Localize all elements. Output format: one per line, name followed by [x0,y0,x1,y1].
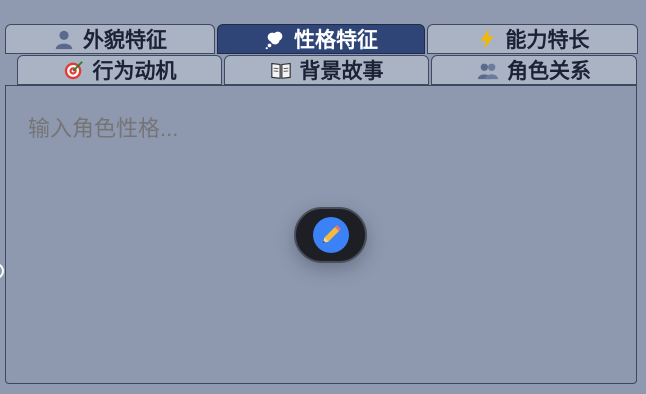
tab-label: 角色关系 [507,59,591,83]
tab-label: 能力特长 [505,28,590,52]
edge-handle[interactable] [0,263,4,279]
tab-row-secondary: 行为动机 背景故事 角色关系 [17,55,639,85]
personality-input[interactable] [28,116,618,142]
tab-label: 性格特征 [294,28,378,52]
edit-fab-button[interactable] [294,207,367,263]
tab-background[interactable]: 背景故事 [224,55,429,85]
character-editor: 外貌特征 性格特征 能力特长 行为动机 背景故事 角色关系 输入角色性格... [0,0,646,394]
tab-personality[interactable]: 性格特征 [217,24,425,54]
open-book-icon [270,62,291,79]
tab-label: 行为动机 [92,59,177,83]
people-icon [477,63,499,80]
thought-bubble-icon [265,31,283,50]
tab-abilities[interactable]: 能力特长 [427,24,638,54]
person-silhouette-icon [55,30,73,50]
fab-badge [312,217,349,253]
tab-relationships[interactable]: 角色关系 [431,55,637,85]
tab-row-primary: 外貌特征 性格特征 能力特长 [5,24,640,54]
pencil-icon [322,225,341,243]
tab-label: 外貌特征 [83,28,167,52]
target-icon [64,61,83,80]
tab-label: 背景故事 [299,59,384,83]
lightning-icon [480,28,493,50]
tab-appearance[interactable]: 外貌特征 [5,24,215,54]
tab-motivation[interactable]: 行为动机 [17,55,222,85]
